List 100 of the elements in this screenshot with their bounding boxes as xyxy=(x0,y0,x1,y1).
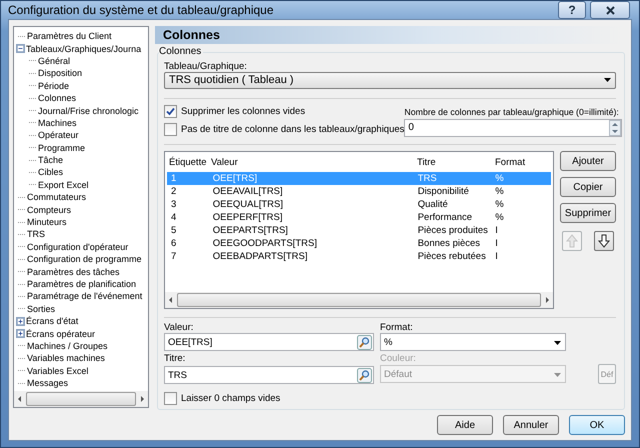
checkbox-label[interactable]: Laisser 0 champs vides xyxy=(181,393,280,404)
action-button[interactable]: Ajouter xyxy=(560,151,616,171)
help-button[interactable]: ? xyxy=(558,1,586,19)
tree-item[interactable]: Minuteurs xyxy=(27,217,67,228)
tree-item[interactable]: Variables machines xyxy=(27,353,105,364)
tree-item[interactable]: Tableaux/Graphiques/Journa xyxy=(26,44,142,54)
scroll-right-icon[interactable] xyxy=(138,395,146,403)
tree-item[interactable]: Variables Excel xyxy=(27,366,88,376)
scroll-right-icon[interactable] xyxy=(543,296,551,304)
spinner-icon[interactable] xyxy=(609,120,622,136)
tree-item[interactable]: Machines / Groupes xyxy=(27,340,108,351)
move-down-button[interactable] xyxy=(594,231,614,251)
tree-item[interactable]: Sorties xyxy=(27,304,56,314)
table-cell-text: I xyxy=(494,225,499,236)
table-row[interactable]: 5 OEEPARTS[TRS] Pièces produites I xyxy=(167,224,551,237)
tree-item[interactable]: Configuration d'opérateur xyxy=(27,242,128,252)
tree-item[interactable]: Général xyxy=(38,56,70,66)
tree-item[interactable]: Programme xyxy=(38,142,86,153)
column-header[interactable]: Format xyxy=(491,156,551,168)
table-cell-text: 6 xyxy=(170,238,178,249)
magnifier-icon[interactable] xyxy=(357,368,372,382)
table-cell-text: OEEPARTS[TRS] xyxy=(212,225,289,236)
horizontal-scrollbar[interactable] xyxy=(14,391,148,407)
action-button[interactable]: Copier xyxy=(560,177,616,197)
checkbox-label[interactable]: Pas de titre de colonne dans les tableaux/graphiques xyxy=(181,124,404,135)
table-cell-text: OEEGOODPARTS[TRS] xyxy=(212,238,318,249)
table-cell-text: % xyxy=(494,212,505,223)
scroll-left-icon[interactable] xyxy=(16,395,24,403)
table-cell-text: Pièces rebutées xyxy=(416,251,487,262)
table-cell-text: 4 xyxy=(170,212,178,223)
tree-item[interactable]: Paramètres des tâches xyxy=(27,266,120,277)
tree-item[interactable]: Tâche xyxy=(38,155,64,166)
tree-item[interactable]: Écrans opérateur xyxy=(26,328,96,339)
column-header[interactable]: Étiquette xyxy=(165,156,207,168)
tree-item[interactable]: Compteurs xyxy=(27,204,72,215)
tree-item[interactable]: Machines xyxy=(38,118,77,128)
tree-item[interactable]: Disposition xyxy=(38,68,82,78)
table-cell-text: 5 xyxy=(170,225,178,236)
table-cell-text: I xyxy=(494,238,499,249)
table-row[interactable]: 3 OEEQUAL[TRS] Qualité % xyxy=(167,198,551,211)
table-cell-text: OEE[TRS] xyxy=(212,173,258,184)
collapse-icon[interactable] xyxy=(16,44,25,54)
checkbox[interactable] xyxy=(164,104,177,118)
table-cell-text: 7 xyxy=(170,251,178,262)
checkbox[interactable] xyxy=(164,122,177,136)
table-cell-text: Qualité xyxy=(416,199,449,210)
group-title: Colonnes xyxy=(159,46,204,57)
tree-item[interactable]: Paramétrage de l'événement xyxy=(27,291,142,302)
field-label: Titre: xyxy=(164,353,186,364)
table-cell-text: OEEQUAL[TRS] xyxy=(212,199,284,210)
expand-icon[interactable] xyxy=(16,329,25,338)
table-cell-text: OEEBADPARTS[TRS] xyxy=(212,251,308,262)
dropdown-arrow-icon xyxy=(554,372,561,376)
table-cell-text: Performance xyxy=(416,212,474,223)
format-dropdown[interactable]: % xyxy=(380,333,566,351)
table-cell-text: 2 xyxy=(170,186,178,197)
column-header[interactable]: Titre xyxy=(413,156,491,168)
tree-item[interactable]: Journal/Frise chronologic xyxy=(38,106,139,116)
field-label: Format: xyxy=(380,322,414,333)
table-row[interactable]: 6 OEEGOODPARTS[TRS] Bonnes pièces I xyxy=(167,237,551,250)
close-button[interactable] xyxy=(590,1,630,19)
value-field[interactable]: OEE[TRS] xyxy=(164,333,374,351)
tree-item[interactable]: Opérateur xyxy=(38,130,79,140)
table-row[interactable]: 4 OEEPERF[TRS] Performance % xyxy=(167,211,551,224)
tree-item[interactable]: Écrans d'état xyxy=(26,316,78,326)
action-button[interactable]: Supprimer xyxy=(560,203,616,223)
table-cell-text: Pièces produites xyxy=(416,225,489,236)
tree-item[interactable]: Commutateurs xyxy=(27,192,86,202)
column-header[interactable]: Valeur xyxy=(207,156,413,168)
tree-item[interactable]: Colonnes xyxy=(38,93,76,104)
field-label: Valeur: xyxy=(164,322,194,333)
table-cell-text: % xyxy=(494,186,505,197)
tree-item[interactable]: Cibles xyxy=(38,167,64,178)
tree-item[interactable]: Configuration de programme xyxy=(27,254,142,264)
tree-item[interactable]: Paramètres de planification xyxy=(27,279,136,289)
dialog-button[interactable]: Annuler xyxy=(503,415,559,435)
tree-item[interactable]: Paramètres du Client xyxy=(27,31,112,42)
table-cell-text: OEEAVAIL[TRS] xyxy=(212,186,284,197)
scroll-left-icon[interactable] xyxy=(167,296,175,304)
field-label: Nombre de colonnes par tableau/graphique (0=illimité): xyxy=(404,106,620,117)
table-cell-text: 3 xyxy=(170,199,178,210)
dialog-button[interactable]: OK xyxy=(569,415,625,435)
magnifier-icon[interactable] xyxy=(357,334,372,350)
table-cell-text: 1 xyxy=(170,173,178,184)
dialog-button[interactable]: Aide xyxy=(437,415,493,435)
expand-icon[interactable] xyxy=(16,316,25,326)
dropdown-arrow-icon xyxy=(604,78,611,82)
horizontal-scrollbar[interactable] xyxy=(165,292,553,308)
tree-item[interactable]: Export Excel xyxy=(38,180,89,190)
chart-dropdown[interactable]: TRS quotidien ( Tableau ) xyxy=(164,72,616,89)
table-cell-text: OEEPERF[TRS] xyxy=(212,212,284,223)
title-field[interactable]: TRS xyxy=(164,366,374,384)
tree-item[interactable]: TRS xyxy=(27,229,45,240)
table-row[interactable]: 2 OEEAVAIL[TRS] Disponibilité % xyxy=(167,185,551,198)
tree-item[interactable]: Messages xyxy=(27,378,68,388)
tree-item[interactable]: Période xyxy=(38,80,70,91)
table-row[interactable]: 7 OEEBADPARTS[TRS] Pièces rebutées I xyxy=(167,250,551,263)
checkbox[interactable] xyxy=(164,392,177,405)
checkbox-label[interactable]: Supprimer les colonnes vides xyxy=(181,106,306,117)
number-field[interactable]: 0 xyxy=(404,118,622,137)
